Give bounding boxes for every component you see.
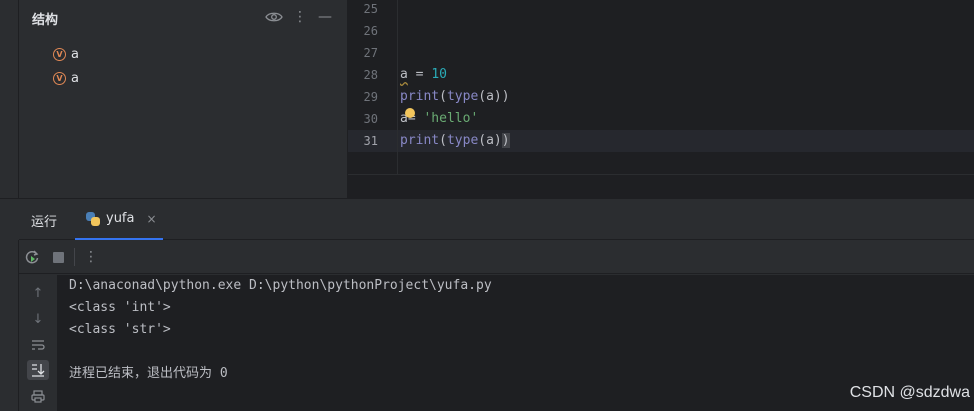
code-line-28: a = 10	[400, 64, 447, 86]
toolbar-separator	[74, 248, 75, 266]
code-builtin: print	[400, 89, 440, 104]
editor-bottom-area	[348, 174, 974, 198]
console-line-exit: 进程已结束，退出代码为 0	[69, 366, 228, 381]
code-identifier: a	[400, 67, 408, 82]
run-toolbar: ⋮	[19, 241, 974, 274]
run-panel-title: 运行	[31, 215, 58, 230]
code-paren: (	[439, 89, 447, 104]
code-string: 'hello'	[423, 111, 479, 126]
structure-item-label: a	[71, 46, 79, 62]
console-line: D:\anaconad\python.exe D:\python\pythonP…	[69, 278, 492, 293]
left-tool-strip-bottom	[0, 240, 19, 411]
close-icon[interactable]: ×	[146, 212, 156, 226]
stop-icon[interactable]	[48, 247, 68, 267]
line-number: 27	[363, 46, 378, 60]
code-line-31: print(type(a))	[400, 130, 510, 152]
rerun-icon[interactable]	[22, 247, 42, 267]
line-number: 29	[363, 90, 378, 104]
run-tab-yufa[interactable]: yufa ×	[75, 199, 163, 240]
variable-icon: V	[53, 71, 66, 85]
scroll-to-end-icon[interactable]	[27, 360, 49, 380]
line-number-gutter: 25 26 27 28 29 30 31	[348, 0, 397, 174]
variable-icon: V	[53, 47, 66, 61]
code-line-29: print(type(a))	[400, 86, 510, 108]
line-number: 30	[363, 112, 378, 126]
run-tab-label: yufa	[106, 211, 135, 226]
more-options-icon[interactable]: ⋮	[81, 247, 101, 267]
arrow-down-icon[interactable]: ↓	[27, 309, 49, 329]
code-builtin: type	[446, 89, 479, 104]
structure-item[interactable]: V a	[53, 44, 79, 64]
structure-item-label: a	[71, 70, 79, 86]
gutter-separator	[397, 0, 398, 174]
code-editor[interactable]: 25 26 27 28 29 30 31 a = 10 print(type(a…	[348, 0, 974, 198]
console-output[interactable]: D:\anaconad\python.exe D:\python\pythonP…	[57, 275, 974, 411]
minimize-icon[interactable]: —	[315, 7, 335, 27]
more-options-icon[interactable]: ⋮	[290, 7, 310, 27]
eye-icon[interactable]	[264, 7, 284, 27]
code-number: 10	[431, 67, 447, 82]
print-icon[interactable]	[27, 386, 49, 406]
watermark: CSDN @sdzdwa	[849, 384, 970, 401]
console-line: <class 'str'>	[69, 322, 171, 337]
line-number: 25	[363, 2, 378, 16]
console-line: <class 'int'>	[69, 300, 171, 315]
line-number: 28	[363, 68, 378, 82]
left-tool-strip	[0, 0, 19, 198]
matched-bracket: )	[501, 133, 510, 148]
structure-item[interactable]: V a	[53, 68, 79, 88]
code-args: (a))	[478, 89, 510, 104]
code-builtin: type	[446, 133, 479, 148]
code-line-30: a= 'hello'	[400, 108, 478, 130]
structure-panel: 结构 ⋮ — V a V a	[19, 0, 347, 198]
lightbulb-icon[interactable]	[404, 108, 415, 118]
code-args: (a)	[478, 133, 502, 148]
code-builtin: print	[400, 133, 440, 148]
line-number: 26	[363, 24, 378, 38]
code-operator: =	[407, 67, 432, 82]
run-panel-header: 运行 yufa ×	[19, 199, 974, 240]
structure-title: 结构	[32, 13, 59, 28]
console-side-toolbar: ↑ ↓	[19, 275, 57, 411]
python-icon	[86, 211, 100, 226]
soft-wrap-icon[interactable]	[27, 335, 49, 355]
code-paren: (	[439, 133, 447, 148]
arrow-up-icon[interactable]: ↑	[27, 283, 49, 303]
line-number-current: 31	[363, 134, 378, 148]
